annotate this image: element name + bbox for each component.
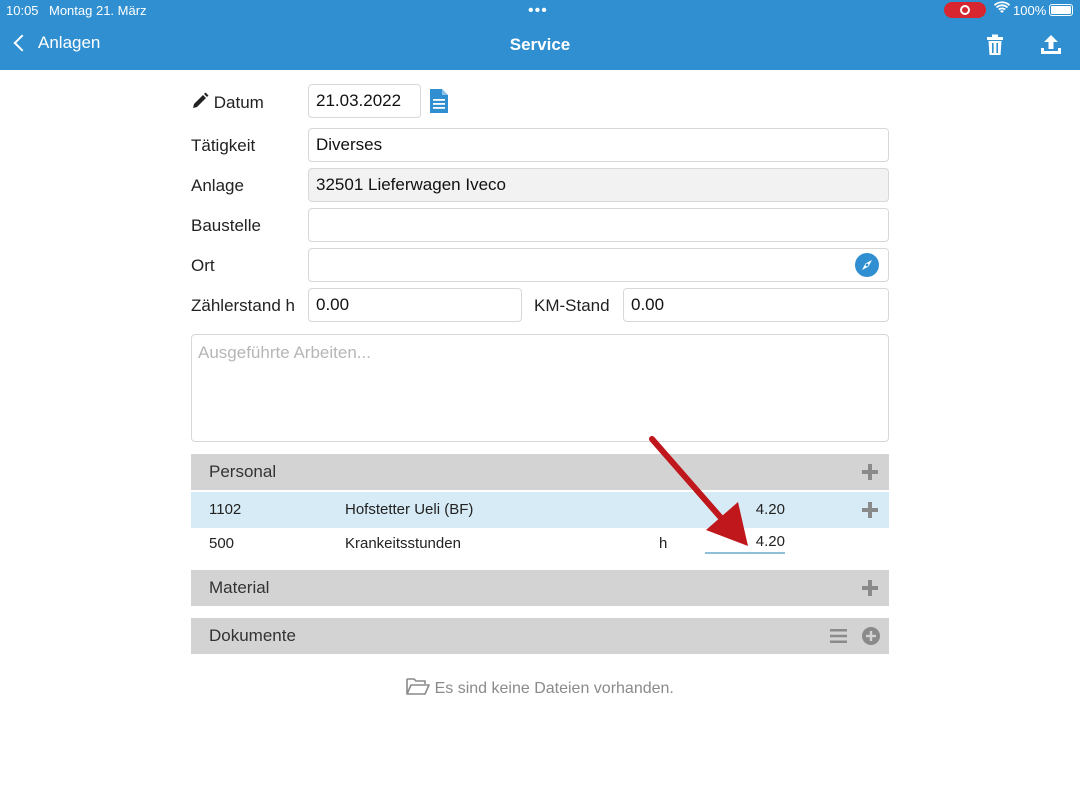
entry-name: Krankeitsstunden <box>345 535 461 552</box>
add-material-plus-icon[interactable] <box>862 580 878 596</box>
list-menu-icon[interactable] <box>830 628 847 649</box>
zaehlerstand-field[interactable]: 0.00 <box>308 288 522 322</box>
navigation-bar: 10:05 Montag 21. März ••• 100% Anlagen S… <box>0 0 1080 70</box>
baustelle-label: Baustelle <box>191 216 261 235</box>
add-document-circle-plus-icon[interactable] <box>862 627 880 650</box>
table-row: 500 Krankeitsstunden h <box>191 526 889 562</box>
taetigkeit-field[interactable]: Diverses <box>308 128 889 162</box>
entry-code: 500 <box>209 535 235 552</box>
compass-icon[interactable] <box>855 253 879 282</box>
taetigkeit-label: Tätigkeit <box>191 136 256 155</box>
table-row[interactable]: 1102 Hofstetter Ueli (BF) 4.20 <box>191 492 889 528</box>
material-section-header: Material <box>191 570 889 606</box>
add-entry-plus-icon[interactable] <box>862 502 878 518</box>
no-files-message: Es sind keine Dateien vorhanden. <box>0 677 1080 698</box>
battery-percentage: 100% <box>1013 3 1047 18</box>
ort-field[interactable] <box>308 248 889 282</box>
pencil-icon <box>193 92 209 108</box>
km-stand-label: KM-Stand <box>534 296 610 315</box>
arbeiten-textarea[interactable] <box>191 334 889 442</box>
status-date: Montag 21. März <box>49 3 147 18</box>
status-time: 10:05 <box>6 3 39 18</box>
anlage-label: Anlage <box>191 176 244 195</box>
battery-icon <box>1049 4 1073 16</box>
trash-icon[interactable] <box>985 34 1007 56</box>
folder-open-icon <box>406 678 430 695</box>
datum-label: Datum <box>191 92 264 113</box>
km-stand-field[interactable]: 0.00 <box>623 288 889 322</box>
zaehlerstand-label: Zählerstand h <box>191 296 295 315</box>
upload-icon[interactable] <box>1040 34 1062 56</box>
personal-section-header: Personal <box>191 454 889 490</box>
baustelle-field[interactable] <box>308 208 889 242</box>
dokumente-section-header: Dokumente <box>191 618 889 654</box>
page-title: Service <box>509 35 571 54</box>
personal-name: Hofstetter Ueli (BF) <box>345 501 474 518</box>
document-icon[interactable] <box>430 89 448 118</box>
datum-field[interactable]: 21.03.2022 <box>308 84 421 118</box>
screen-recording-icon <box>944 2 986 18</box>
anlage-field: 32501 Lieferwagen Iveco <box>308 168 889 202</box>
personal-code: 1102 <box>209 501 242 518</box>
wifi-icon <box>993 1 1011 18</box>
annotation-arrow-icon <box>649 436 748 546</box>
add-personal-plus-icon[interactable] <box>862 464 878 480</box>
ort-label: Ort <box>191 256 215 275</box>
multitasking-dots-icon[interactable]: ••• <box>528 2 548 20</box>
